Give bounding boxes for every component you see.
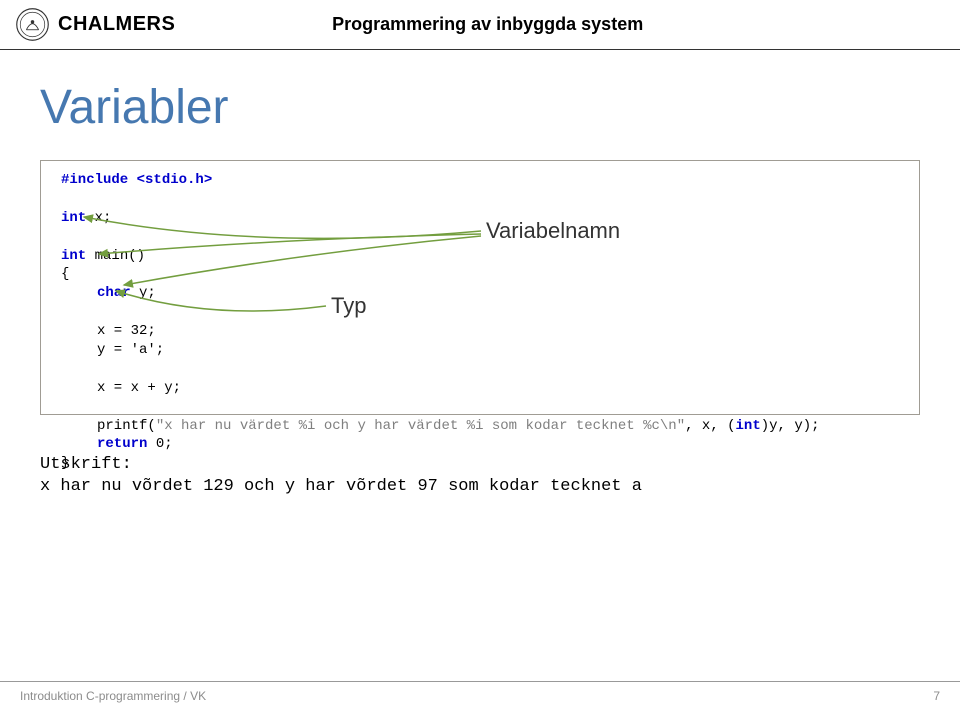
content: Variabler #include <stdio.h> int x; int … bbox=[0, 50, 960, 498]
assign-y: y = 'a'; bbox=[97, 342, 164, 358]
printf-cast: )y, y); bbox=[761, 418, 820, 434]
printf-str: "x har nu värdet %i och y har värdet %i … bbox=[156, 418, 685, 434]
add-line: x = x + y; bbox=[97, 380, 181, 396]
kw-return: return bbox=[97, 436, 147, 452]
header-title: Programmering av inbyggda system bbox=[175, 14, 960, 35]
printf-args: , x, ( bbox=[685, 418, 735, 434]
chalmers-seal-icon bbox=[15, 7, 50, 42]
header: CHALMERS Programmering av inbyggda syste… bbox=[0, 0, 960, 50]
lbrace: { bbox=[61, 266, 69, 282]
output-text: x har nu võrdet 129 och y har võrdet 97 … bbox=[40, 476, 920, 498]
return-val: 0; bbox=[147, 436, 172, 452]
footer: Introduktion C-programmering / VK 7 bbox=[0, 681, 960, 709]
logo: CHALMERS bbox=[15, 7, 175, 42]
page-title: Variabler bbox=[40, 80, 920, 135]
code-box: #include <stdio.h> int x; int main() { c… bbox=[40, 160, 920, 415]
arrow-var-y bbox=[121, 233, 501, 293]
annotation-variabelnamn: Variabelnamn bbox=[486, 216, 620, 246]
printf-call: printf( bbox=[97, 418, 156, 434]
page-number: 7 bbox=[933, 689, 940, 703]
kw-int3: int bbox=[736, 418, 761, 434]
rbrace: } bbox=[61, 455, 69, 471]
code-include: #include <stdio.h> bbox=[61, 172, 212, 188]
logo-text: CHALMERS bbox=[58, 13, 175, 36]
annotation-typ: Typ bbox=[331, 291, 366, 321]
footer-text: Introduktion C-programmering / VK bbox=[20, 689, 206, 703]
